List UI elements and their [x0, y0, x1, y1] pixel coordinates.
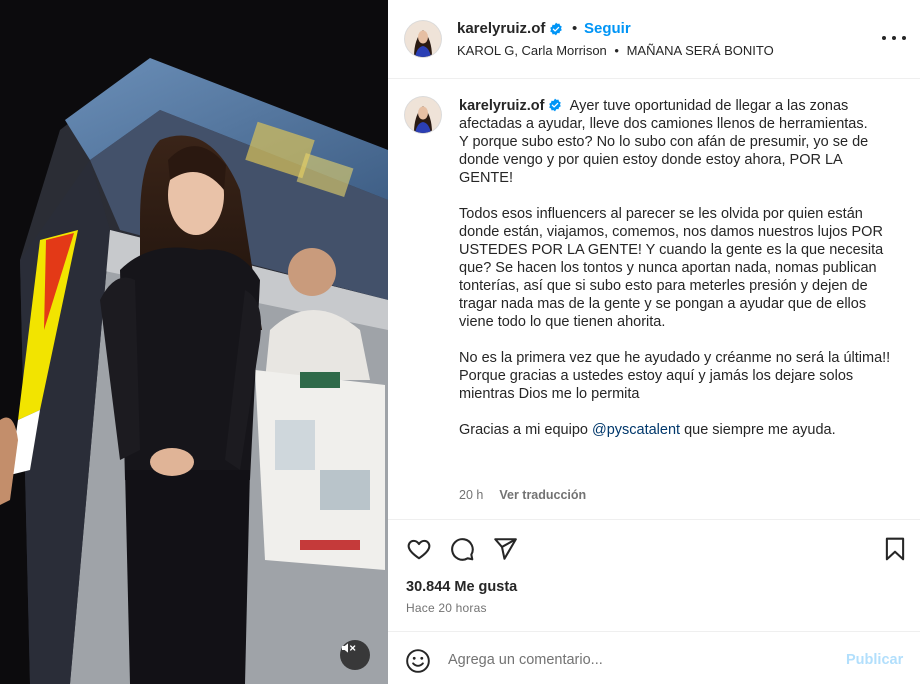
audio-separator: •	[614, 43, 619, 58]
heart-icon[interactable]	[406, 536, 432, 562]
action-bar	[388, 520, 920, 580]
emoji-icon[interactable]	[405, 648, 431, 674]
follow-button[interactable]: Seguir	[584, 20, 631, 37]
verified-badge-icon	[549, 98, 562, 112]
publish-button[interactable]: Publicar	[846, 652, 903, 668]
comment-input[interactable]	[448, 647, 828, 673]
caption-text-segment: que siempre me ayuda.	[680, 422, 836, 438]
author-avatar[interactable]	[405, 21, 441, 57]
post-details-panel: karelyruiz.of • Seguir KAROL G, Carla Mo…	[388, 0, 920, 684]
audio-title: MAÑANA SERÁ BONITO	[626, 43, 774, 58]
comment-icon[interactable]	[449, 536, 475, 562]
header-separator: •	[572, 20, 578, 37]
video-frame	[0, 0, 388, 684]
post-timestamp[interactable]: Hace 20 horas	[406, 601, 487, 615]
audio-attribution[interactable]: KAROL G, Carla Morrison • MAÑANA SERÁ BO…	[457, 43, 774, 58]
caption-timestamp[interactable]: 20 h	[459, 488, 483, 502]
post-header: karelyruiz.of • Seguir KAROL G, Carla Mo…	[388, 0, 920, 79]
author-username-link[interactable]: karelyruiz.of	[457, 20, 563, 37]
send-icon[interactable]	[492, 536, 518, 562]
mute-button[interactable]	[340, 640, 370, 670]
avatar-image	[405, 97, 441, 133]
audio-artists: KAROL G, Carla Morrison	[457, 43, 607, 58]
more-options-icon[interactable]	[882, 28, 906, 48]
caption-meta: 20 h Ver traducción	[459, 488, 586, 502]
caption-text-segment: Gracias a mi equipo	[459, 422, 592, 438]
mention-link[interactable]: @pyscatalent	[592, 422, 680, 438]
caption-paragraph: Y porque subo esto? No lo subo con afán …	[459, 134, 869, 186]
caption-paragraph: Gracias a mi equipo @pyscatalent que sie…	[459, 421, 899, 439]
verified-badge-icon	[550, 22, 563, 35]
caption-paragraph: No es la primera vez que he ayudado y cr…	[459, 350, 891, 402]
author-username[interactable]: karelyruiz.of	[457, 20, 545, 37]
translate-button[interactable]: Ver traducción	[499, 488, 586, 502]
avatar-image	[405, 21, 441, 57]
post-video[interactable]	[0, 0, 388, 684]
caption-section: karelyruiz.of Ayer tuve oportunidad de l…	[388, 80, 920, 520]
caption-username[interactable]: karelyruiz.of	[459, 98, 544, 114]
comment-bar: Publicar	[388, 631, 920, 684]
bookmark-icon[interactable]	[882, 536, 908, 562]
likes-count[interactable]: 30.844 Me gusta	[406, 579, 517, 595]
caption-paragraph: Todos esos influencers al parecer se les…	[459, 206, 884, 330]
mute-icon	[342, 643, 356, 653]
caption-author-avatar[interactable]	[405, 97, 441, 133]
caption-text: karelyruiz.of Ayer tuve oportunidad de l…	[459, 97, 899, 457]
